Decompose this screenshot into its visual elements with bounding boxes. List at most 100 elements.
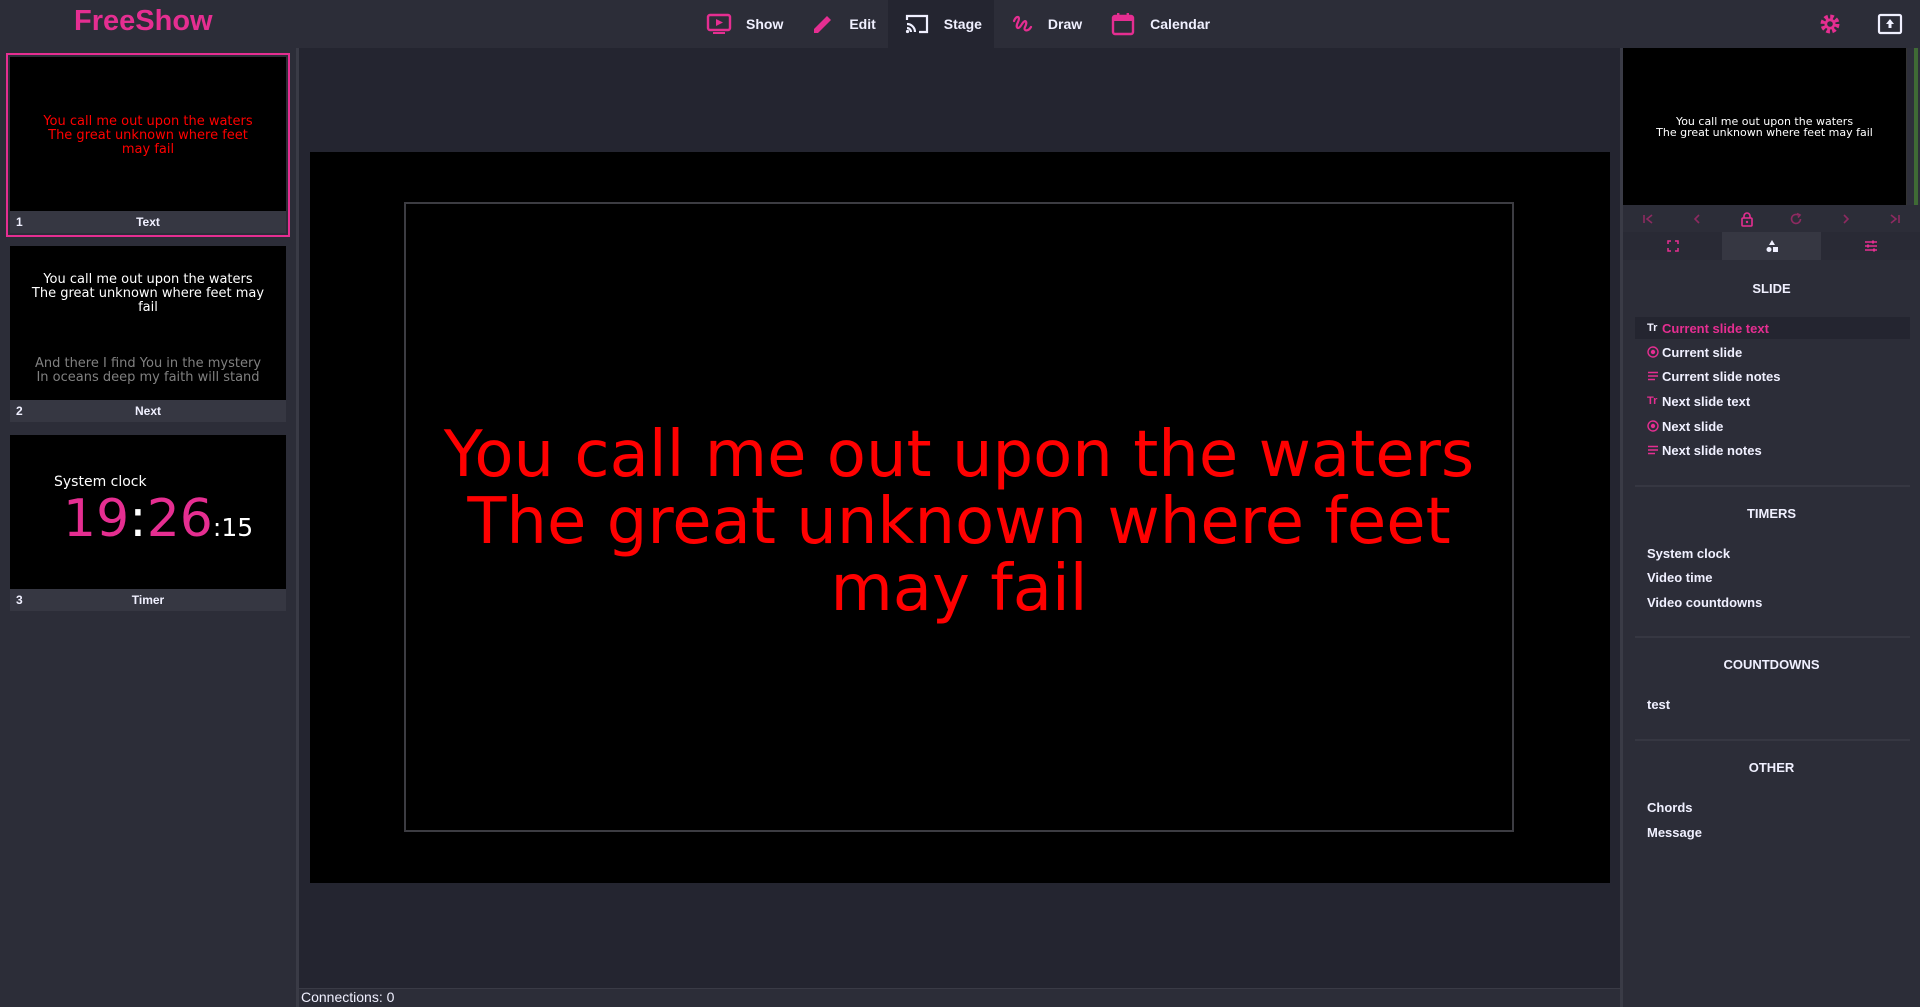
item-label: Current slide — [1662, 344, 1743, 360]
stage-text-line: You call me out upon the waters — [443, 418, 1475, 492]
item-label: Current slide notes — [1662, 368, 1781, 384]
slide-preview-text: You call me out upon the waters The grea… — [10, 115, 286, 157]
item-next-slide-notes[interactable]: Next slide notes — [1635, 439, 1910, 461]
nav-show[interactable]: Show — [690, 0, 795, 48]
item-video-time[interactable]: Video time — [1635, 566, 1910, 588]
next-slide-button[interactable] — [1836, 209, 1856, 229]
nav-show-label: Show — [746, 16, 784, 32]
pencil-icon — [814, 16, 832, 33]
output-window-button[interactable] — [1876, 10, 1904, 38]
slide-label: 2 Next — [10, 400, 286, 422]
nav-draw-label: Draw — [1047, 16, 1083, 32]
section-title-timers: TIMERS — [1746, 506, 1797, 521]
nav-draw[interactable]: Draw — [994, 0, 1094, 48]
nav-stage[interactable]: Stage — [887, 0, 994, 48]
items-panel: You call me out upon the waters The grea… — [1623, 48, 1920, 1007]
chevron-right-icon — [1843, 213, 1849, 224]
stage-text-line: The great unknown where feet — [467, 485, 1451, 559]
slide-name: Timer — [131, 593, 165, 607]
tab-items[interactable] — [1722, 232, 1821, 260]
item-label: test — [1647, 696, 1671, 712]
slide-label: 1 Text — [10, 211, 286, 233]
slide-text-line: You call me out upon the waters — [43, 114, 253, 129]
first-slide-button[interactable] — [1638, 209, 1658, 229]
slide-number: 1 — [16, 215, 23, 229]
item-label: Chords — [1647, 799, 1693, 815]
slide-card-1[interactable]: You call me out upon the waters The grea… — [6, 53, 290, 237]
section-divider — [1635, 485, 1910, 487]
section-title-countdowns: COUNTDOWNS — [1723, 657, 1820, 672]
lock-icon — [1740, 211, 1753, 227]
item-current-slide[interactable]: Current slide — [1635, 341, 1910, 363]
next-slide-preview-text: And there I find You in the mystery In o… — [10, 357, 286, 385]
slide-card-3[interactable]: System clock 19:26:15 3 Timer — [10, 435, 286, 611]
slide-name: Next — [134, 404, 161, 418]
item-label: Video countdowns — [1647, 594, 1763, 610]
item-next-slide[interactable]: Next slide — [1635, 415, 1910, 437]
last-slide-button[interactable] — [1885, 209, 1905, 229]
nav-edit[interactable]: Edit — [795, 0, 887, 48]
item-label: System clock — [1647, 545, 1731, 561]
item-label: Next slide — [1662, 418, 1724, 434]
tab-settings[interactable] — [1821, 232, 1920, 260]
stage-text-box[interactable]: You call me out upon the waters The grea… — [404, 202, 1514, 832]
slide-preview-text: You call me out upon the waters The grea… — [10, 273, 286, 315]
nav-calendar[interactable]: Calendar — [1094, 0, 1222, 48]
slide-icon — [1647, 420, 1661, 432]
refresh-icon — [1790, 212, 1802, 224]
skip-first-icon — [1642, 213, 1653, 224]
clock-label: System clock — [54, 474, 147, 490]
stage-text-line: may fail — [830, 552, 1088, 626]
preview-scrollbar[interactable] — [1906, 48, 1920, 205]
item-system-clock[interactable]: System clock — [1635, 542, 1910, 564]
preview-controls — [1623, 205, 1920, 232]
item-current-slide-text[interactable]: Tr Current slide text — [1635, 317, 1910, 339]
clock-display: 19:26:15 — [63, 490, 253, 557]
item-chords[interactable]: Chords — [1635, 796, 1910, 818]
slide-label: 3 Timer — [10, 589, 286, 611]
previous-slide-button[interactable] — [1687, 209, 1707, 229]
present-icon — [1877, 13, 1903, 35]
slide-thumbnail: System clock 19:26:15 — [10, 435, 286, 589]
main-nav: Show Edit Stage Draw Calendar — [690, 0, 1222, 48]
item-next-slide-text[interactable]: Tr Next slide text — [1635, 390, 1910, 412]
calendar-icon — [1111, 13, 1135, 36]
section-divider — [1635, 739, 1910, 741]
text-icon: Tr — [1647, 395, 1658, 407]
lock-output-button[interactable] — [1737, 209, 1757, 229]
cast-icon — [905, 14, 928, 34]
item-current-slide-notes[interactable]: Current slide notes — [1635, 365, 1910, 387]
refresh-button[interactable] — [1786, 209, 1806, 229]
play-screen-icon — [706, 13, 732, 34]
connections-status: Connections: 0 — [299, 988, 1623, 1007]
stage-canvas[interactable]: You call me out upon the waters The grea… — [310, 152, 1610, 883]
slide-text-line: The great unknown where feet — [48, 128, 248, 143]
slide-text-line: In oceans deep my faith will stand — [36, 370, 260, 385]
nav-calendar-label: Calendar — [1150, 16, 1211, 32]
slide-card-2[interactable]: You call me out upon the waters The grea… — [10, 246, 286, 422]
item-message[interactable]: Message — [1635, 821, 1910, 843]
stage-slide-text: You call me out upon the waters The grea… — [406, 422, 1512, 623]
slide-thumbnail: You call me out upon the waters The grea… — [10, 246, 286, 400]
gear-icon — [1820, 14, 1840, 34]
item-video-countdowns[interactable]: Video countdowns — [1635, 591, 1910, 613]
settings-button[interactable] — [1816, 10, 1844, 38]
skip-last-icon — [1890, 213, 1901, 224]
slide-text-line: may fail — [121, 142, 175, 157]
item-label: Next slide notes — [1662, 442, 1762, 458]
clock-separator: : — [129, 489, 147, 549]
slide-text-line: And there I find You in the mystery — [34, 356, 262, 371]
slide-icon — [1647, 346, 1661, 358]
item-countdown-test[interactable]: test — [1635, 693, 1910, 715]
item-label: Next slide text — [1662, 393, 1751, 409]
chevron-left-icon — [1694, 213, 1700, 224]
top-bar: FreeShow Show Edit Stage Draw Calendar — [0, 0, 1920, 48]
output-preview[interactable]: You call me out upon the waters The grea… — [1623, 48, 1906, 205]
clock-hours: 19 — [63, 489, 130, 549]
scrollbar-thumb[interactable] — [1914, 48, 1918, 205]
text-icon: Tr — [1647, 322, 1658, 334]
shapes-icon — [1766, 240, 1778, 252]
clock-seconds: 15 — [221, 513, 254, 542]
tab-boxes[interactable] — [1623, 232, 1722, 260]
nav-stage-label: Stage — [943, 16, 982, 32]
